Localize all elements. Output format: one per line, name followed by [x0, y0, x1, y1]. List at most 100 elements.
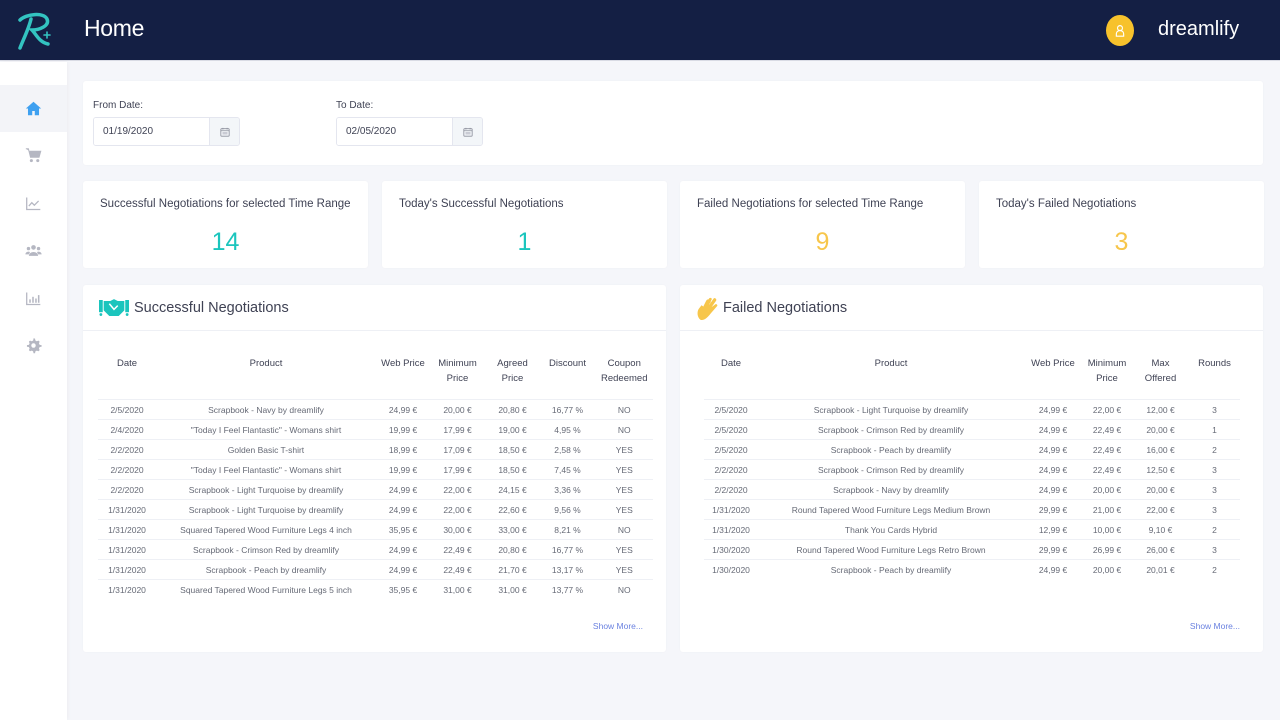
column-header[interactable]: Product [156, 356, 376, 400]
table-row[interactable]: 2/5/2020 Scrapbook - Crimson Red by dream… [704, 419, 1240, 440]
column-header[interactable]: Date [98, 356, 156, 400]
user-avatar[interactable] [1106, 15, 1134, 46]
stat-card-successful-today: Today's Successful Negotiations 1 [382, 181, 667, 268]
table-cell: 22,49 € [1082, 439, 1132, 460]
column-header[interactable]: Web Price [376, 356, 430, 400]
sidebar-item-reports[interactable] [0, 275, 67, 322]
table-cell: Scrapbook - Peach by dreamlify [758, 439, 1024, 460]
table-row[interactable]: 2/5/2020 Scrapbook - Peach by dreamlify 24… [704, 439, 1240, 460]
table-cell: 19,99 € [376, 419, 430, 440]
table-cell: Scrapbook - Navy by dreamlify [156, 399, 376, 420]
table-cell: 24,99 € [376, 399, 430, 420]
table-body: 2/5/2020 Scrapbook - Navy by dreamlify 24,… [98, 399, 654, 600]
table-cell: 2/2/2020 [98, 459, 156, 480]
sidebar-item-users[interactable] [0, 227, 67, 274]
from-date-label: From Date: [93, 100, 144, 111]
column-header[interactable]: Minimum Price [1082, 356, 1132, 400]
table-cell: 24,99 € [1024, 419, 1082, 440]
table-cell: NO [595, 419, 654, 440]
table-row[interactable]: 1/30/2020 Round Tapered Wood Furniture Le… [704, 539, 1240, 560]
table-row[interactable]: 1/31/2020 Squared Tapered Wood Furniture … [98, 519, 654, 540]
from-date-group: From Date: [93, 100, 240, 146]
sidebar-item-home[interactable] [0, 85, 67, 132]
show-more-link[interactable]: Show More... [593, 621, 643, 631]
column-header[interactable]: Date [704, 356, 758, 400]
table-row[interactable]: 2/5/2020 Scrapbook - Navy by dreamlify 24,… [98, 399, 654, 420]
stat-card-successful-range: Successful Negotiations for selected Tim… [83, 181, 368, 268]
table-cell: YES [595, 499, 654, 520]
table-cell: Scrapbook - Light Turquoise by dreamlify [758, 399, 1024, 420]
sidebar-item-cart[interactable] [0, 132, 67, 179]
column-header[interactable]: Product [758, 356, 1024, 400]
sidebar-item-trends[interactable] [0, 180, 67, 227]
table-row[interactable]: 1/31/2020 Round Tapered Wood Furniture Le… [704, 499, 1240, 520]
table-cell: 16,00 € [1132, 439, 1189, 460]
column-header[interactable]: Rounds [1189, 356, 1240, 400]
table-cell: 1/31/2020 [98, 519, 156, 540]
column-header[interactable]: Minimum Price [430, 356, 485, 400]
card-header: Failed Negotiations [680, 285, 1263, 331]
table-cell: 1/30/2020 [704, 539, 758, 560]
table-cell: 2,58 % [540, 439, 595, 460]
handshake-icon [99, 299, 129, 316]
table-cell: 35,95 € [376, 579, 430, 600]
table-row[interactable]: 2/2/2020 Scrapbook - Navy by dreamlify 24,… [704, 479, 1240, 500]
sidebar-item-settings[interactable] [0, 322, 67, 369]
table-cell: 24,15 € [485, 479, 540, 500]
column-header[interactable]: Max Offered [1132, 356, 1189, 400]
table-cell: NO [595, 399, 654, 420]
table-cell: 20,00 € [1082, 559, 1132, 580]
successful-negotiations-table: Date Product Web Price Minimum Price Agr… [98, 356, 654, 600]
table-row[interactable]: 2/2/2020 Scrapbook - Crimson Red by dream… [704, 459, 1240, 480]
stat-title: Failed Negotiations for selected Time Ra… [697, 198, 924, 210]
waving-hand-icon [697, 297, 718, 320]
to-date-label: To Date: [336, 100, 374, 111]
table-cell: 24,99 € [1024, 399, 1082, 420]
column-header[interactable]: Agreed Price [485, 356, 540, 400]
table-cell: 22,49 € [430, 559, 485, 580]
table-cell: 3 [1189, 539, 1240, 560]
table-cell: 2 [1189, 519, 1240, 540]
table-cell: 9,56 % [540, 499, 595, 520]
table-row[interactable]: 2/4/2020 "Today I Feel Flantastic" - Woma… [98, 419, 654, 440]
table-row[interactable]: 2/5/2020 Scrapbook - Light Turquoise by d… [704, 399, 1240, 420]
table-cell: 2/2/2020 [704, 479, 758, 500]
table-cell: 20,80 € [485, 399, 540, 420]
table-row[interactable]: 1/31/2020 Scrapbook - Crimson Red by drea… [98, 539, 654, 560]
logo-icon [18, 12, 51, 50]
to-date-input[interactable] [337, 118, 452, 145]
table-cell: 17,99 € [430, 459, 485, 480]
table-cell: 2/5/2020 [704, 399, 758, 420]
table-row[interactable]: 2/2/2020 Golden Basic T-shirt 18,99 €17,09… [98, 439, 654, 460]
table-row[interactable]: 1/31/2020 Scrapbook - Peach by dreamlify 2… [98, 559, 654, 580]
table-row[interactable]: 1/31/2020 Scrapbook - Light Turquoise by … [98, 499, 654, 520]
column-header[interactable]: Discount [540, 356, 595, 400]
sidebar [0, 62, 67, 720]
stat-card-failed-range: Failed Negotiations for selected Time Ra… [680, 181, 965, 268]
table-cell: YES [595, 559, 654, 580]
table-cell: 31,00 € [430, 579, 485, 600]
username[interactable]: dreamlify [1158, 18, 1239, 41]
table-row[interactable]: 1/30/2020 Scrapbook - Peach by dreamlify 2… [704, 559, 1240, 580]
from-date-picker-button[interactable] [209, 118, 239, 145]
from-date-input[interactable] [94, 118, 209, 145]
column-header[interactable]: Web Price [1024, 356, 1082, 400]
table-cell: 22,00 € [1132, 499, 1189, 520]
table-cell: 13,77 % [540, 579, 595, 600]
table-cell: 22,49 € [430, 539, 485, 560]
table-row[interactable]: 2/2/2020 Scrapbook - Light Turquoise by d… [98, 479, 654, 500]
card-header: Successful Negotiations [83, 285, 666, 331]
table-cell: YES [595, 539, 654, 560]
to-date-picker-button[interactable] [452, 118, 482, 145]
calendar-icon [462, 127, 473, 137]
app-logo[interactable] [14, 10, 54, 52]
table-row[interactable]: 1/31/2020 Thank You Cards Hybrid 12,99 €10… [704, 519, 1240, 540]
users-icon [25, 245, 42, 256]
column-header[interactable]: Coupon Redeemed [595, 356, 653, 400]
table-cell: 24,99 € [1024, 479, 1082, 500]
table-cell: 12,50 € [1132, 459, 1189, 480]
table-cell: 1/31/2020 [704, 499, 758, 520]
table-row[interactable]: 1/31/2020 Squared Tapered Wood Furniture … [98, 579, 654, 600]
table-row[interactable]: 2/2/2020 "Today I Feel Flantastic" - Woma… [98, 459, 654, 480]
show-more-link[interactable]: Show More... [1190, 621, 1240, 631]
